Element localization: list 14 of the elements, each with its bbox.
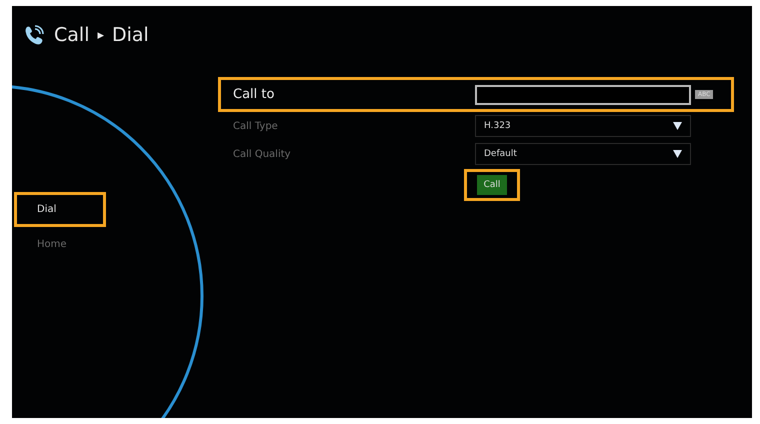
field-label: Call Type [233, 120, 279, 132]
sidebar-item[interactable]: Dial [14, 192, 106, 227]
field-label: Call Quality [233, 148, 292, 160]
dropdown-field[interactable]: H.323 [475, 115, 691, 137]
dropdown-field[interactable]: Default [475, 143, 691, 165]
dropdown-arrow-icon [673, 122, 682, 130]
sidebar-item[interactable]: Home [14, 227, 106, 262]
breadcrumb-separator: ▸ [97, 28, 104, 42]
call-to-input[interactable] [475, 84, 691, 104]
breadcrumb-text: Call [54, 24, 90, 46]
call-button[interactable]: Call [476, 175, 508, 195]
breadcrumb-text: Dial [112, 24, 149, 46]
field-label: Call to [233, 87, 276, 102]
dropdown-arrow-icon [673, 150, 682, 158]
